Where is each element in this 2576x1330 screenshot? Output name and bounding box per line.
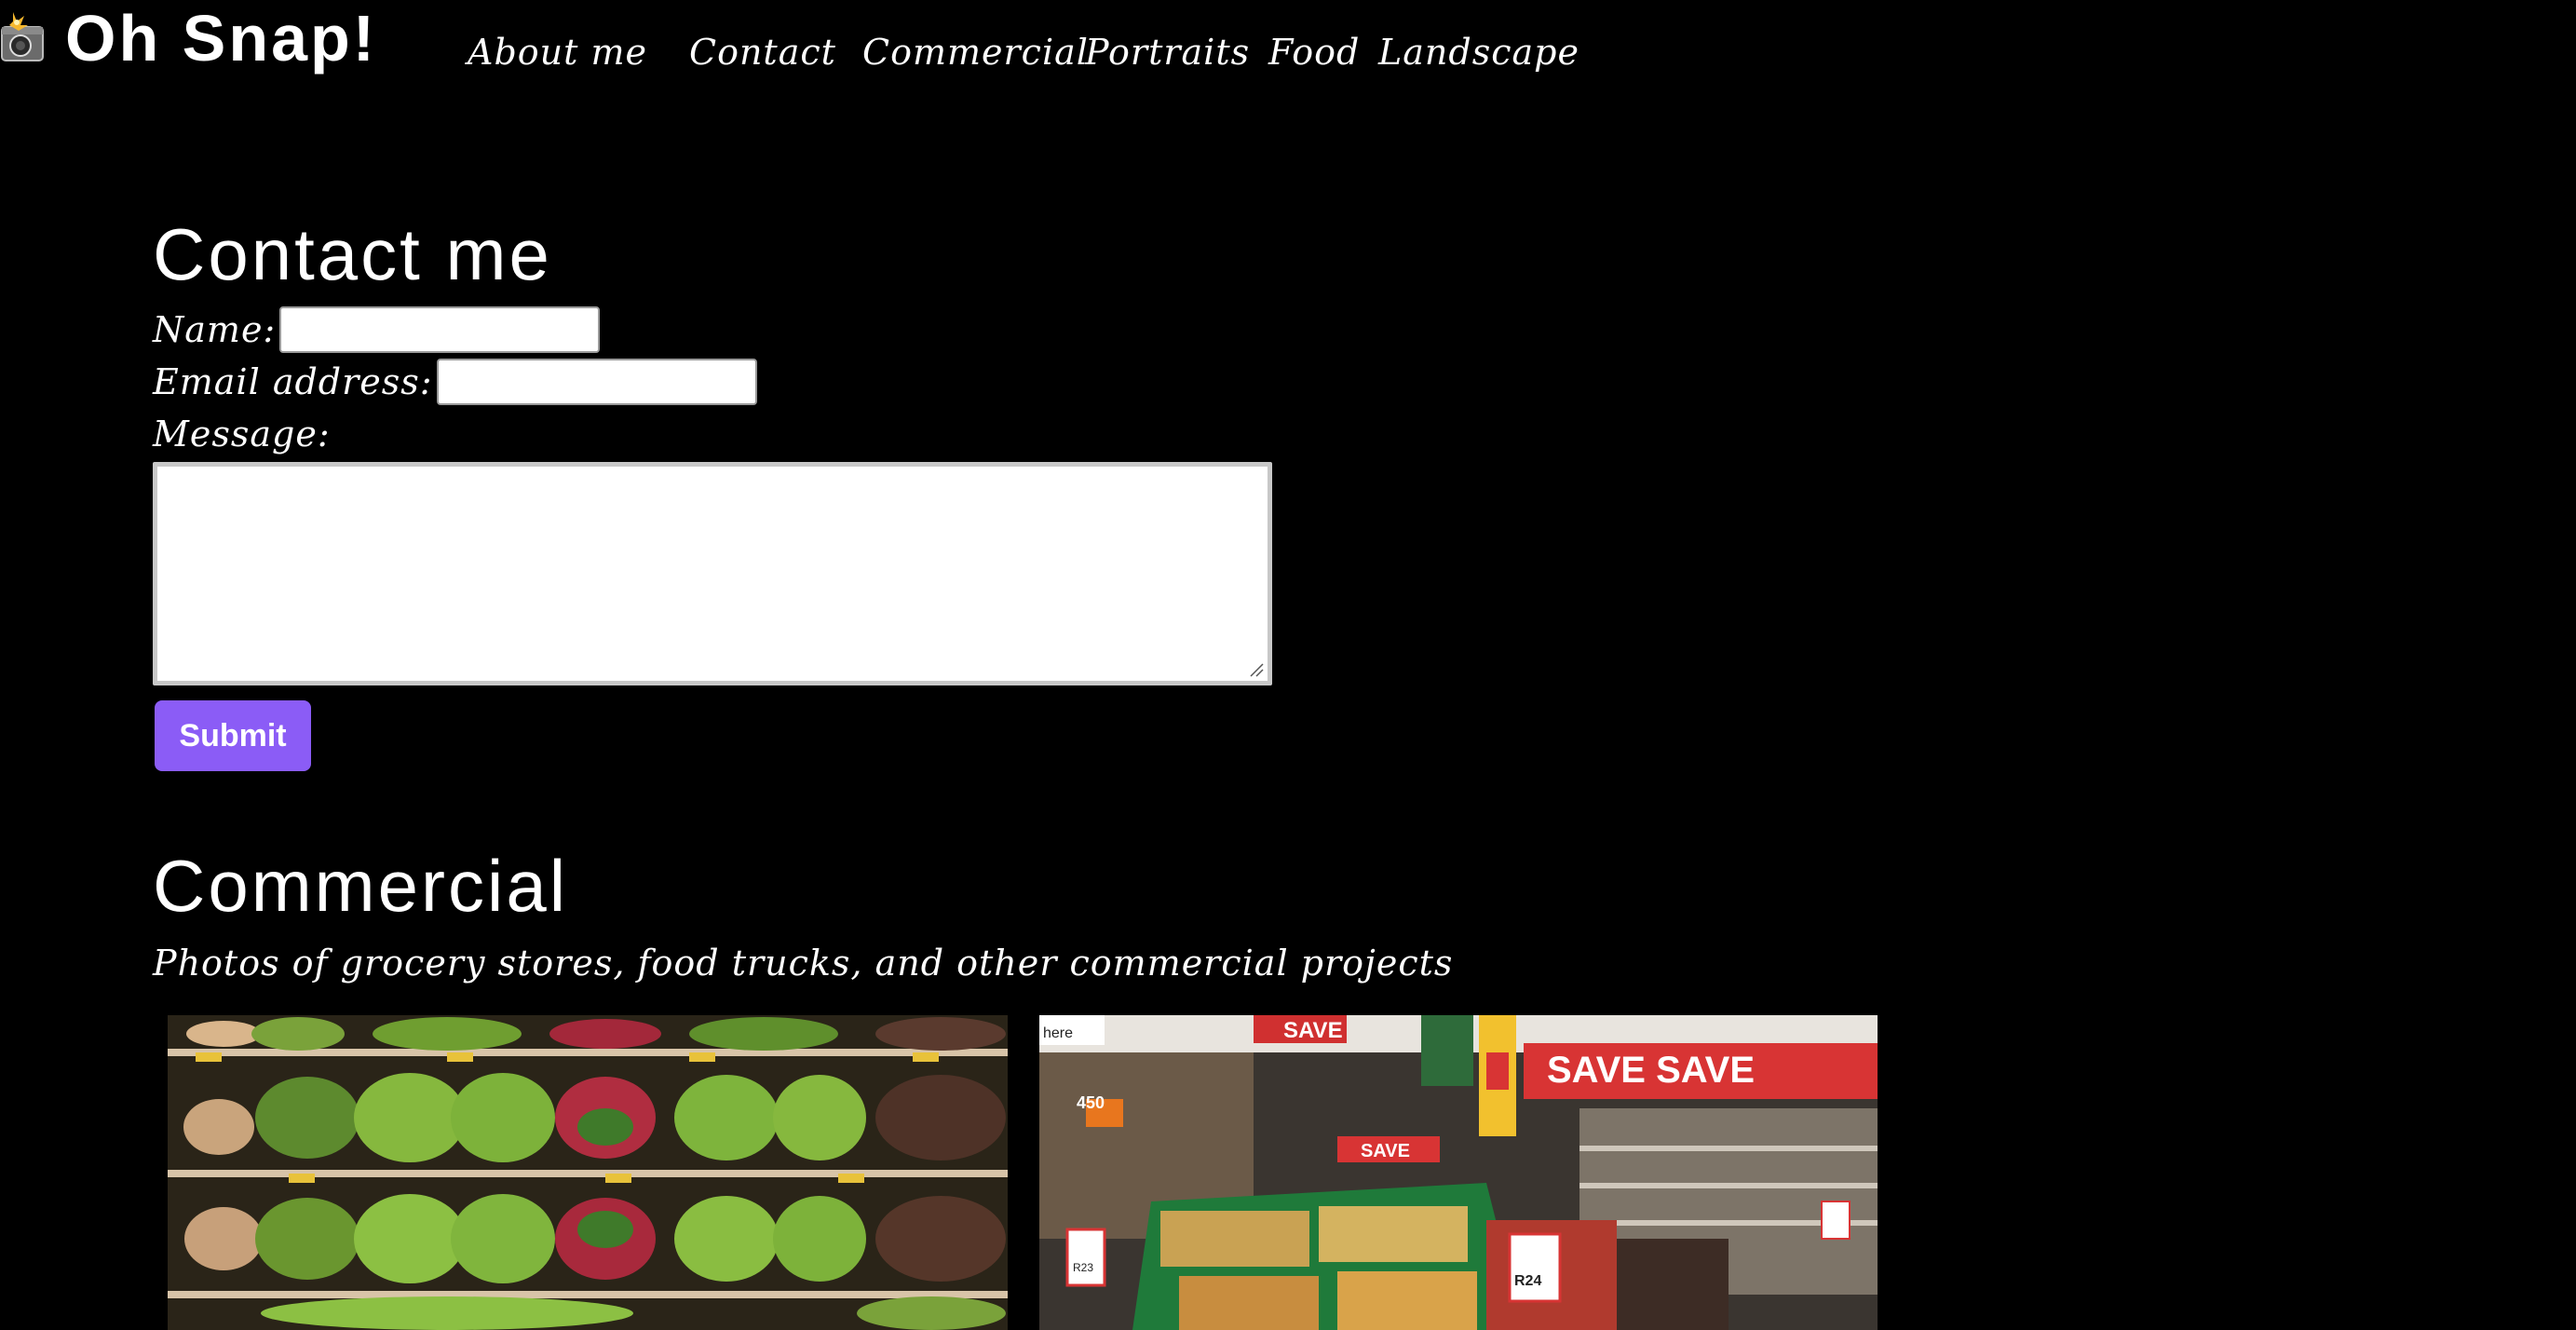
name-label: Name: bbox=[153, 309, 277, 350]
commercial-subtitle: Photos of grocery stores, food trucks, a… bbox=[153, 943, 1454, 984]
nav-contact[interactable]: Contact bbox=[689, 24, 836, 80]
email-input[interactable] bbox=[436, 359, 757, 405]
svg-text:SAVE: SAVE bbox=[1361, 1141, 1410, 1161]
site-header: Oh Snap! About me Contact Commercial Por… bbox=[0, 0, 2576, 102]
nav-portraits[interactable]: Portraits bbox=[1085, 24, 1250, 80]
commercial-section: Commercial Photos of grocery stores, foo… bbox=[153, 836, 1453, 984]
name-row: Name: bbox=[153, 304, 2388, 356]
email-label: Email address: bbox=[153, 361, 433, 402]
svg-text:here: here bbox=[1043, 1025, 1073, 1041]
contact-section: Contact me Name: Email address: Message:… bbox=[153, 205, 2388, 771]
site-logo[interactable]: Oh Snap! bbox=[0, 6, 377, 71]
site-title: Oh Snap! bbox=[65, 2, 378, 75]
svg-text:R23: R23 bbox=[1073, 1261, 1093, 1274]
nav-food[interactable]: Food bbox=[1268, 24, 1360, 80]
svg-text:R24: R24 bbox=[1514, 1273, 1541, 1289]
nav-commercial[interactable]: Commercial bbox=[862, 24, 1089, 80]
message-textarea[interactable] bbox=[153, 462, 1272, 685]
resize-grip-icon[interactable] bbox=[1249, 662, 1264, 677]
photo-vegetable-shelves[interactable] bbox=[168, 1015, 1008, 1330]
svg-text:450: 450 bbox=[1077, 1093, 1105, 1112]
message-row: Message: bbox=[153, 408, 2388, 460]
nav-landscape[interactable]: Landscape bbox=[1378, 24, 1579, 80]
contact-title: Contact me bbox=[153, 213, 552, 295]
svg-text:SAVE: SAVE bbox=[1283, 1018, 1343, 1043]
supermarket-aisle-image: here SAVE SAVE SAVE SAVE R23 R24 450 bbox=[1039, 1015, 1878, 1330]
camera-flash-icon bbox=[1, 12, 44, 61]
nav-about-me[interactable]: About me bbox=[468, 24, 647, 80]
name-input[interactable] bbox=[279, 306, 601, 353]
commercial-title: Commercial bbox=[153, 845, 569, 927]
photo-supermarket-aisle[interactable]: here SAVE SAVE SAVE SAVE R23 R24 450 bbox=[1039, 1015, 1878, 1330]
submit-button[interactable]: Submit bbox=[155, 700, 311, 771]
vegetable-shelves-image bbox=[168, 1015, 1008, 1330]
email-row: Email address: bbox=[153, 356, 2388, 408]
svg-text:SAVE SAVE: SAVE SAVE bbox=[1547, 1050, 1755, 1091]
message-label: Message: bbox=[153, 414, 331, 455]
contact-form: Name: Email address: Message: Submit bbox=[153, 304, 2388, 771]
